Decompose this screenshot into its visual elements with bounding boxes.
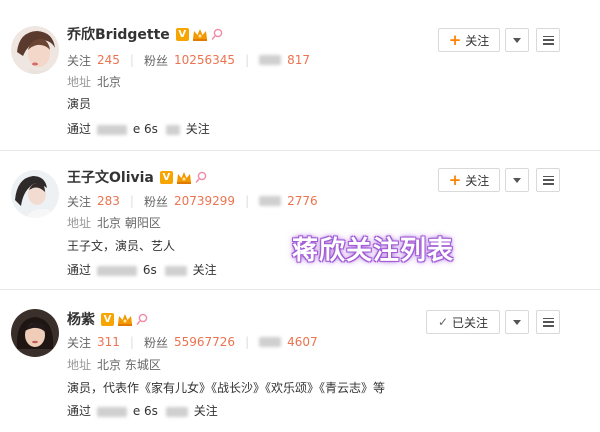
follow-count[interactable]: 245 [97,53,120,67]
via-suffix: 关注 [185,122,210,136]
address-line: 地址 北京 东城区 [67,357,161,373]
address-line: 地址 北京 [67,74,121,90]
menu-button[interactable] [536,168,560,192]
via-prefix: 通过 [67,122,92,136]
user-card: 杨紫 V 关注 311 | 粉丝 55967726 | 4607 地址 北京 东城… [0,290,600,432]
name-row: 乔欣Bridgette V [67,24,223,44]
check-icon: ✓ [437,315,449,329]
address-label: 地址 [67,358,92,372]
overlay-caption: 蒋欣关注列表 [292,236,455,266]
follow-button[interactable]: + 关注 [438,28,500,52]
member-crown-icon [192,28,207,41]
fans-count[interactable]: 10256345 [174,53,235,67]
weibo-label-redacted [259,196,282,206]
unfollow-button[interactable]: ✓ 已关注 [426,310,500,334]
avatar[interactable] [11,26,59,74]
menu-button[interactable] [536,28,560,52]
plus-icon: + [448,170,462,189]
follow-count[interactable]: 283 [97,194,120,208]
menu-icon [542,175,554,185]
via-device: e 6s [132,122,158,136]
avatar[interactable] [11,170,59,218]
fans-count[interactable]: 20739299 [174,194,235,208]
follow-button-label: 关注 [465,33,490,48]
user-name[interactable]: 杨紫 [67,309,95,329]
stats-row: 关注 311 | 粉丝 55967726 | 4607 [67,335,318,350]
user-card: 乔欣Bridgette V 关注 245 | 粉丝 10256345 | 817… [0,0,600,150]
address-value: 北京 [97,75,122,89]
follow-label: 关注 [67,53,92,68]
stats-row: 关注 245 | 粉丝 10256345 | 817 [67,53,311,68]
user-name[interactable]: 乔欣Bridgette [67,24,170,44]
via-redacted-2 [165,406,188,417]
follow-label: 关注 [67,194,92,209]
member-crown-icon [176,171,191,184]
via-suffix: 关注 [193,404,218,418]
weibo-count[interactable]: 4607 [287,335,318,349]
via-line: 通过 6s 关注 [67,262,217,278]
follow-button[interactable]: + 关注 [438,168,500,192]
weibo-count[interactable]: 817 [287,53,310,67]
fans-label: 粉丝 [143,335,168,350]
chevron-down-icon [513,319,521,325]
weibo-count[interactable]: 2776 [287,194,318,208]
via-line: 通过 e 6s 关注 [67,121,210,137]
weibo-label-redacted [259,55,282,65]
menu-icon [542,317,554,327]
verified-badge-icon: V [175,27,189,41]
description-line: 王子文，演员、艺人 [67,239,176,253]
address-value: 北京 东城区 [97,358,161,372]
fans-count[interactable]: 55967726 [174,335,235,349]
via-suffix: 关注 [192,263,217,277]
description-line: 演员，代表作《家有儿女》《战长沙》《欢乐颂》《青云志》等 [67,381,386,395]
menu-icon [542,35,554,45]
address-label: 地址 [67,216,92,230]
female-gender-icon [211,28,223,40]
via-device: 6s [142,263,157,277]
user-name[interactable]: 王子文Olivia [67,167,154,187]
follow-label: 关注 [67,335,92,350]
plus-icon: + [448,30,462,49]
via-redacted-2 [165,124,180,135]
via-redacted-1 [96,124,127,135]
dropdown-button[interactable] [505,310,529,334]
avatar[interactable] [11,309,59,357]
weibo-label-redacted [259,337,282,347]
address-label: 地址 [67,75,92,89]
via-redacted-1 [96,265,137,276]
menu-button[interactable] [536,310,560,334]
follow-button-label: 关注 [465,173,490,188]
description-line: 演员 [67,97,92,111]
dropdown-button[interactable] [505,28,529,52]
address-line: 地址 北京 朝阳区 [67,215,161,231]
user-card: 王子文Olivia V 关注 283 | 粉丝 20739299 | 2776 … [0,151,600,289]
chevron-down-icon [513,37,521,43]
name-row: 杨紫 V [67,309,148,329]
verified-badge-icon: V [101,312,114,326]
verified-badge-icon: V [159,170,173,184]
address-value: 北京 朝阳区 [97,216,161,230]
fans-label: 粉丝 [143,53,168,68]
follow-button-label: 已关注 [452,315,489,330]
stats-row: 关注 283 | 粉丝 20739299 | 2776 [67,194,318,209]
via-line: 通过 e 6s 关注 [67,403,218,419]
via-prefix: 通过 [67,263,92,277]
via-redacted-2 [164,265,187,276]
dropdown-button[interactable] [505,168,529,192]
chevron-down-icon [513,177,521,183]
via-device: e 6s [132,404,158,418]
female-gender-icon [195,171,207,183]
via-redacted-1 [96,406,127,417]
member-crown-icon [118,313,132,326]
via-prefix: 通过 [67,404,92,418]
name-row: 王子文Olivia V [67,167,207,187]
follow-count[interactable]: 311 [97,335,120,349]
fans-label: 粉丝 [143,194,168,209]
female-gender-icon [136,313,148,325]
